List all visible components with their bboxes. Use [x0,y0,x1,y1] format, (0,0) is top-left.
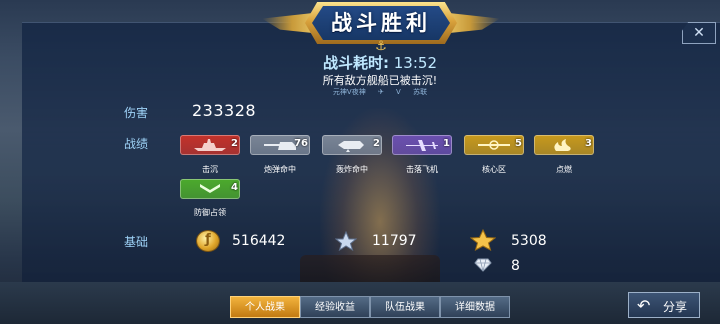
share-button[interactable]: ↶ 分享 [628,292,700,318]
core-target-icon [478,140,510,150]
battle-time-label: 战斗耗时: [322,54,389,72]
battle-time-value: 13:52 [393,54,437,72]
tab-team-results[interactable]: 队伍战果 [370,296,440,318]
ship-silhouette-icon [194,139,226,151]
plane-icon [406,140,438,151]
badge-bomb-hits[interactable]: 2 [322,135,382,155]
badge-count: 4 [231,182,238,193]
rank-points-value: 5308 [511,233,547,249]
share-label: 分享 [663,300,688,314]
close-button[interactable]: ✕ [682,22,716,44]
bomb-icon [338,141,364,152]
coins-value: 516442 [232,233,286,249]
gold-star-icon [470,229,496,251]
victory-subtitle: 所有敌方舰船已被击沉! [322,74,438,87]
player-left-name: 元神V夜神 [332,88,366,96]
player-line: 元神V夜神 ✈ V 苏联 [0,87,720,97]
battle-time: 战斗耗时: 13:52 [0,52,720,73]
badge-label-ignite: 点燃 [556,165,572,174]
share-arrow-icon: ↶ [637,296,651,315]
tab-personal-results[interactable]: 个人战果 [230,296,300,318]
badge-label-shell-hits: 炮弹命中 [264,165,296,174]
damage-label: 伤害 [124,106,149,120]
badge-count: 2 [231,138,238,149]
gun-turret-icon [264,142,296,150]
badge-count: 1 [443,138,450,149]
tab-exp-earnings[interactable]: 经验收益 [300,296,370,318]
badge-count: 2 [373,138,380,149]
diamonds-value: 8 [511,258,520,274]
diamond-icon [474,258,492,272]
plane-small-icon: ✈ [377,88,384,96]
badge-label-bomb-hits: 轰炸命中 [336,165,368,174]
badge-ignite[interactable]: 3 [534,135,594,155]
silver-star-icon [335,231,357,251]
fire-icon [554,139,571,151]
badge-defense-capture[interactable]: 4 [180,179,240,199]
badge-label-defense-capture: 防御占领 [194,208,226,217]
base-label: 基础 [124,235,149,249]
badge-label-core-zone: 核心区 [482,165,506,174]
badge-shell-hits[interactable]: 76 [250,135,310,155]
coin-icon: ƒ [197,231,219,251]
player-right-name: 苏联 [413,88,428,96]
badge-label-planes-shot: 击落飞机 [406,165,438,174]
achievements-label: 战绩 [124,137,149,151]
damage-value: 233328 [192,101,257,120]
badge-sink[interactable]: 2 [180,135,240,155]
badge-core-zone[interactable]: 5 [464,135,524,155]
badge-count: 76 [294,138,308,149]
exp-value: 11797 [372,233,417,249]
badge-count: 3 [585,138,592,149]
victory-title: 战斗胜利 [331,11,431,35]
badge-planes-shot[interactable]: 1 [392,135,452,155]
tab-detailed-data[interactable]: 详细数据 [440,296,510,318]
badge-count: 5 [515,138,522,149]
player-mid-mark: V [396,88,401,96]
badge-label-sink: 击沉 [202,165,218,174]
shield-chevron-icon [200,184,220,193]
